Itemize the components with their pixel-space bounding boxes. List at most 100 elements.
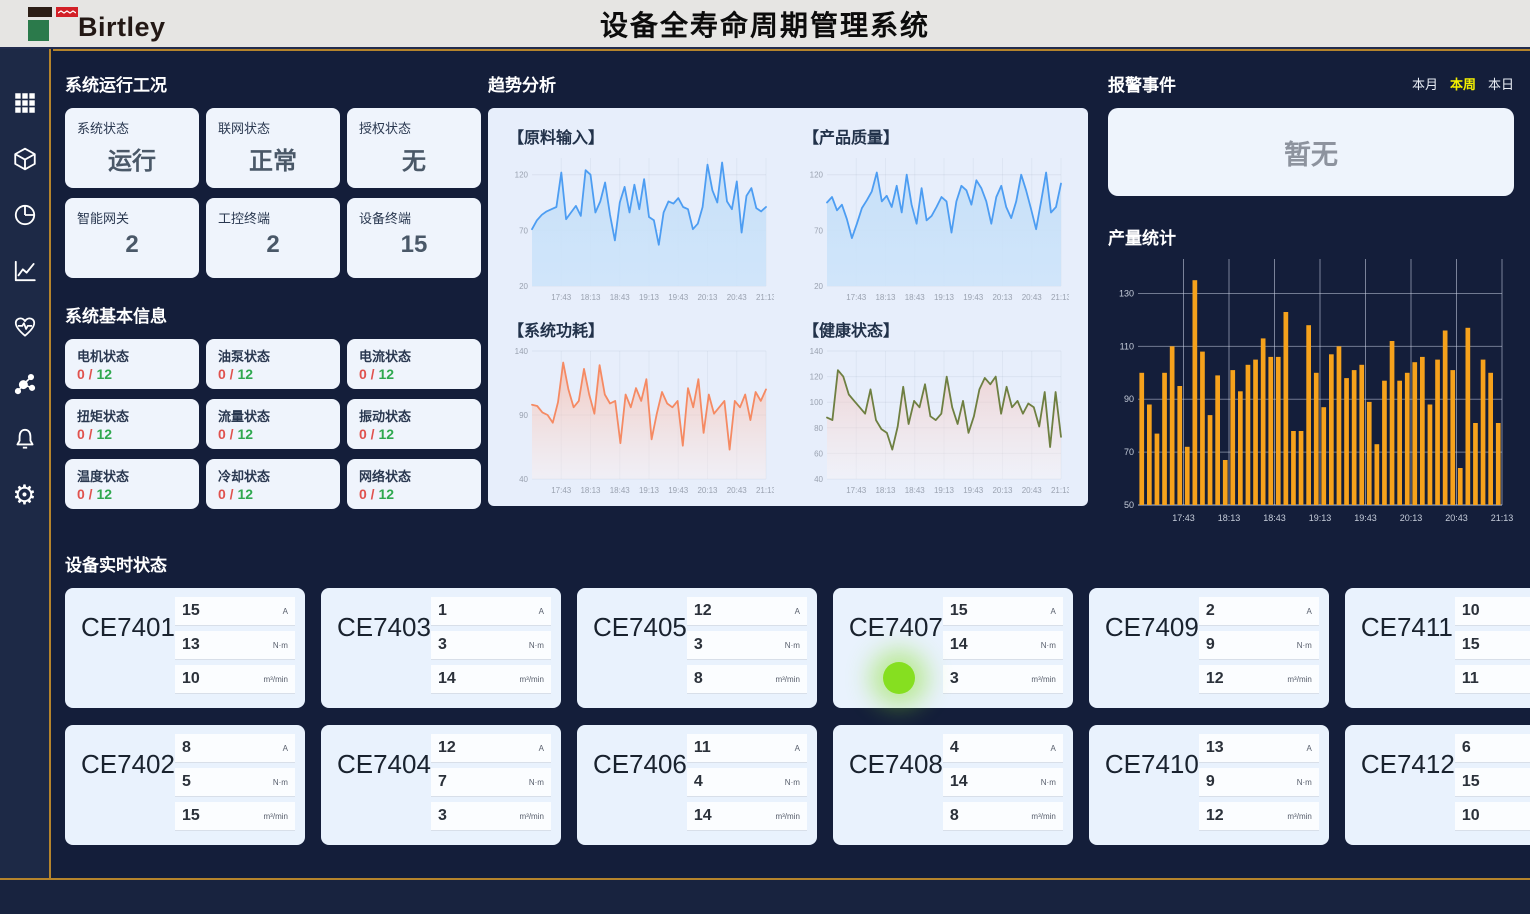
device-card-CE7403[interactable]: CE74031A3N·m14m³/min	[321, 588, 561, 708]
sidebar-item-health[interactable]	[0, 299, 50, 355]
svg-text:19:13: 19:13	[639, 293, 660, 302]
device-metric-row: 12A	[431, 734, 551, 763]
status-card: 工控终端2	[206, 198, 340, 278]
device-metric-value: 8	[950, 807, 959, 825]
svg-text:40: 40	[519, 475, 528, 484]
device-metric-value: 3	[438, 636, 447, 654]
device-metric-value: 15	[182, 807, 200, 825]
device-metric-row: 1A	[431, 597, 551, 626]
svg-text:20:43: 20:43	[1022, 486, 1043, 495]
device-status-panel: 设备实时状态 CE740115A13N·m10m³/minCE74031A3N·…	[65, 551, 1515, 845]
device-name: CE7402	[81, 749, 175, 845]
svg-text:110: 110	[1120, 341, 1134, 351]
alarm-tab-本月[interactable]: 本月	[1412, 74, 1438, 93]
production-title: 产量统计	[1108, 224, 1514, 249]
device-metric-unit: m³/min	[1287, 675, 1311, 684]
svg-text:17:43: 17:43	[551, 486, 572, 495]
svg-text:18:13: 18:13	[1218, 513, 1241, 523]
device-card-CE7412[interactable]: CE74126A15N·m10m³/min	[1345, 725, 1530, 845]
pie-chart-icon	[12, 202, 38, 228]
svg-text:120: 120	[810, 373, 824, 382]
svg-text:21:13: 21:13	[756, 293, 774, 302]
device-metric-unit: N·m	[1297, 778, 1312, 787]
svg-text:20:43: 20:43	[727, 486, 748, 495]
info-card: 温度状态0 / 12	[65, 459, 199, 509]
svg-text:21:13: 21:13	[1051, 486, 1069, 495]
alarm-count: 0 /	[218, 366, 237, 382]
info-card-status: 0 / 12	[77, 426, 199, 442]
device-card-CE7407[interactable]: CE740715A14N·m3m³/min	[833, 588, 1073, 708]
device-metric-unit: A	[539, 607, 544, 616]
device-metric-unit: m³/min	[519, 675, 543, 684]
device-card-CE7409[interactable]: CE74092A9N·m12m³/min	[1089, 588, 1329, 708]
device-metric-unit: m³/min	[775, 675, 799, 684]
info-card: 振动状态0 / 12	[347, 399, 481, 449]
sidebar-item-model[interactable]	[0, 131, 50, 187]
device-card-CE7402[interactable]: CE74028A5N·m15m³/min	[65, 725, 305, 845]
sidebar-item-settings[interactable]: ⚙	[0, 467, 50, 523]
device-metric-unit: m³/min	[1031, 812, 1055, 821]
device-metric-value: 2	[1206, 602, 1215, 620]
sidebar-item-alarms[interactable]	[0, 411, 50, 467]
device-metric-unit: m³/min	[775, 812, 799, 821]
total-count: 12	[378, 486, 394, 502]
device-metric-row: 3N·m	[431, 631, 551, 660]
svg-text:20:43: 20:43	[1022, 293, 1043, 302]
device-metric-row: 15N·m	[1455, 631, 1530, 660]
sidebar-item-network[interactable]	[0, 355, 50, 411]
trend-chart-raw_input: 【原料输入】207012017:4318:1318:4319:1319:4320…	[502, 114, 779, 307]
device-card-CE7404[interactable]: CE740412A7N·m3m³/min	[321, 725, 561, 845]
alarm-tab-本日[interactable]: 本日	[1488, 74, 1514, 93]
status-card-value: 15	[347, 231, 481, 259]
device-metric-unit: N·m	[785, 778, 800, 787]
alarm-count: 0 /	[359, 366, 378, 382]
device-metric-value: 14	[694, 807, 712, 825]
svg-text:19:13: 19:13	[934, 293, 955, 302]
device-card-CE7411[interactable]: CE741110A15N·m11m³/min	[1345, 588, 1530, 708]
svg-text:70: 70	[519, 226, 528, 235]
alarm-tab-本周[interactable]: 本周	[1450, 74, 1476, 93]
trend-chart-title: 【产品质量】	[803, 124, 1074, 148]
svg-text:20:13: 20:13	[697, 486, 718, 495]
device-metric-unit: N·m	[1041, 641, 1056, 650]
info-card-status: 0 / 12	[218, 486, 340, 502]
svg-text:20: 20	[519, 282, 528, 291]
line-chart-raw_input: 207012017:4318:1318:4319:1319:4320:1320:…	[502, 150, 774, 306]
production-bar-chart: 50709011013017:4318:1318:4319:1319:4320:…	[1108, 253, 1514, 527]
svg-text:18:43: 18:43	[610, 293, 631, 302]
device-metric-unit: m³/min	[1031, 675, 1055, 684]
device-card-CE7405[interactable]: CE740512A3N·m8m³/min	[577, 588, 817, 708]
sidebar-item-apps[interactable]	[0, 75, 50, 131]
alarm-count: 0 /	[77, 486, 96, 502]
sidebar-item-statistics[interactable]	[0, 187, 50, 243]
device-metric-value: 13	[1206, 739, 1224, 757]
sidebar-item-trend[interactable]	[0, 243, 50, 299]
device-metric-unit: N·m	[273, 778, 288, 787]
device-metric-unit: m³/min	[264, 812, 288, 821]
device-card-CE7401[interactable]: CE740115A13N·m10m³/min	[65, 588, 305, 708]
svg-text:19:13: 19:13	[934, 486, 955, 495]
trend-chart-title: 【系统功耗】	[508, 317, 779, 341]
svg-text:120: 120	[515, 171, 529, 180]
device-metric-row: 14 m³/min	[687, 802, 807, 831]
svg-text:21:13: 21:13	[1491, 513, 1514, 523]
device-metric-unit: A	[1051, 744, 1056, 753]
device-metric-unit: A	[795, 744, 800, 753]
device-metric-row: 14N·m	[943, 631, 1063, 660]
info-card-label: 冷却状态	[218, 466, 340, 485]
device-metric-unit: N·m	[273, 641, 288, 650]
info-card-status: 0 / 12	[359, 426, 481, 442]
device-metric-rows: 8A5N·m15m³/min	[175, 734, 295, 845]
device-card-CE7410[interactable]: CE741013A9N·m12m³/min	[1089, 725, 1329, 845]
device-metric-value: 14	[438, 670, 456, 688]
device-name: CE7409	[1105, 612, 1199, 708]
svg-text:20:13: 20:13	[992, 486, 1013, 495]
device-metric-value: 12	[438, 739, 456, 757]
device-card-CE7408[interactable]: CE74084A14N·m8m³/min	[833, 725, 1073, 845]
device-metric-row: 15N·m	[1455, 768, 1530, 797]
device-metric-unit: m³/min	[519, 812, 543, 821]
device-metric-unit: N·m	[785, 641, 800, 650]
device-metric-value: 3	[438, 807, 447, 825]
device-card-CE7406[interactable]: CE740611A4N·m14m³/min	[577, 725, 817, 845]
alarm-count: 0 /	[77, 426, 96, 442]
